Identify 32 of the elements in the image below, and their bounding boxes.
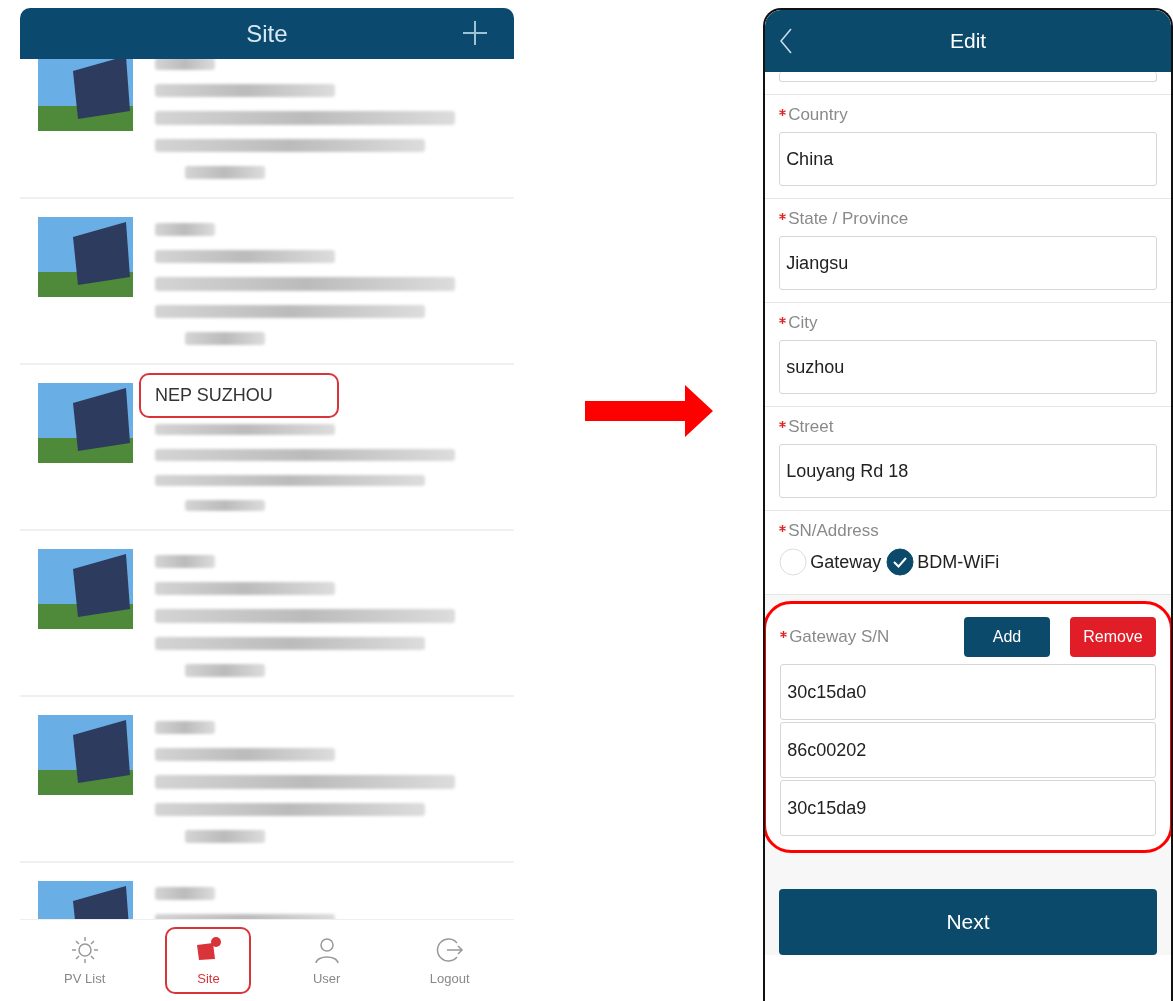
input-field[interactable]: 30c15da0 [780,664,1156,720]
screen-title: Site [246,19,288,48]
input-field[interactable]: China [779,132,1157,186]
add-icon[interactable] [461,20,488,46]
input-field[interactable]: Jiangsu [779,236,1157,290]
input-field[interactable]: 86c00202 [780,722,1156,778]
tab[interactable]: Logout [401,926,498,994]
field-label: SN/Address [788,521,879,541]
field-label: Country [788,105,848,125]
field-label: Street [788,417,834,437]
input-field[interactable]: 30c15da9 [780,780,1156,836]
input-field[interactable]: Louyang Rd 18 [779,444,1157,498]
remove-button[interactable]: Remove [1070,617,1156,657]
tab[interactable]: Site [165,926,252,994]
site-item[interactable]: NEP SUZHOU [20,365,514,531]
next-button[interactable]: Next [779,889,1157,955]
site-name: NEP SUZHOU [139,373,339,418]
add-button[interactable]: Add [964,617,1050,657]
field-label: Gateway S/N [789,627,890,647]
input-field[interactable] [779,72,1157,82]
site-item[interactable] [20,59,514,199]
radio-label: BDM-WiFi [917,551,1000,573]
radio-button[interactable] [886,548,915,576]
screen-title: Edit [949,29,987,53]
input-field[interactable]: suzhou [779,340,1157,394]
field-label: City [788,313,818,333]
sun-icon [69,934,100,965]
radio-label: Gateway [810,551,882,573]
field-label: State / Province [788,209,909,229]
back-icon[interactable] [779,28,794,54]
tab[interactable]: PV List [36,926,134,994]
tab[interactable]: User [283,926,370,994]
